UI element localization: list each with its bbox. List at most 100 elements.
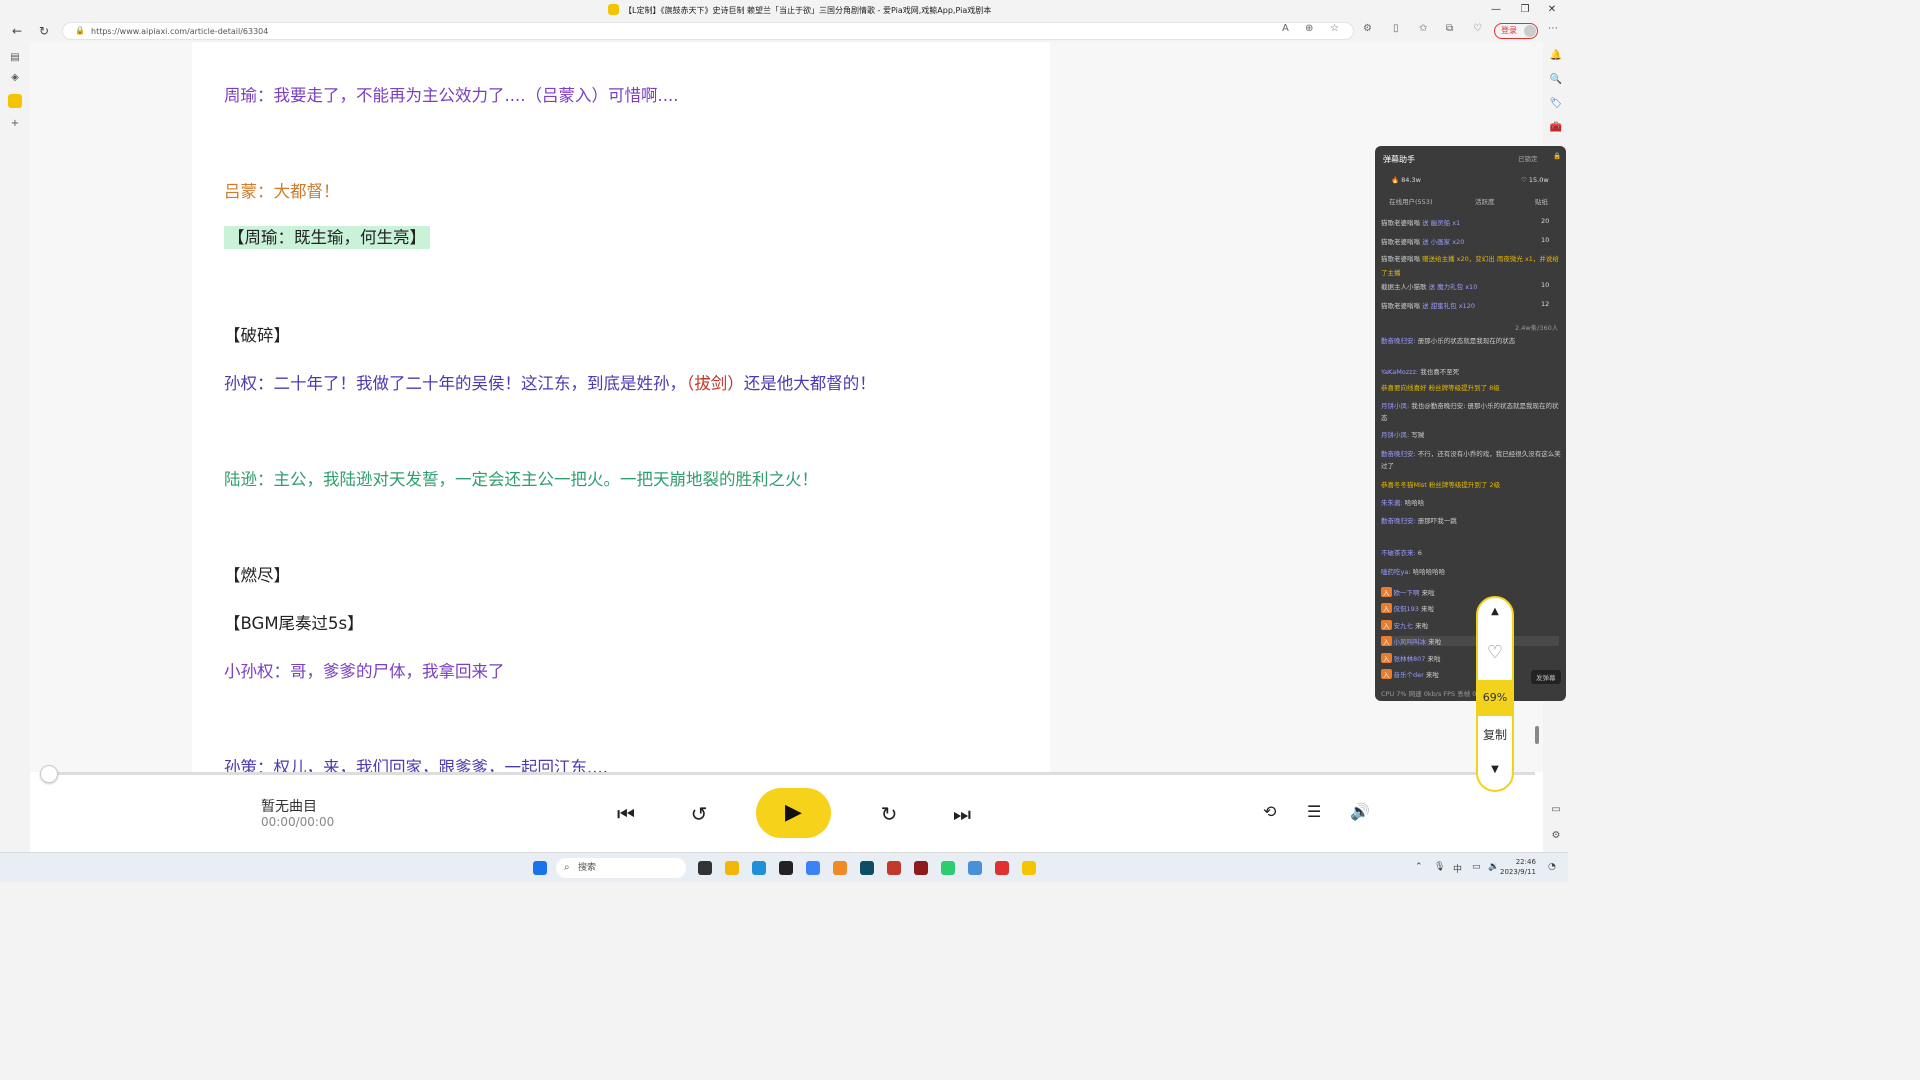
chat-message: 入侃侃193 来啦 bbox=[1381, 603, 1434, 613]
browser-essentials-icon[interactable]: ♡ bbox=[1473, 23, 1482, 34]
login-button[interactable]: 登录 bbox=[1494, 23, 1538, 39]
scroll-down-icon[interactable]: ▼ bbox=[1478, 764, 1512, 775]
favorite-icon[interactable]: ☆ bbox=[1330, 23, 1339, 34]
loop-icon[interactable]: ⟲ bbox=[1263, 802, 1276, 821]
chat-message: YaKaMozzz: 我也喜不至死 bbox=[1381, 368, 1460, 376]
shopping-icon[interactable]: 🏷 bbox=[1549, 98, 1563, 112]
viewer-stat: 2.4w条/360人 bbox=[1515, 324, 1559, 332]
chat-message: 不破茶衣来: 6 bbox=[1381, 549, 1422, 557]
scroll-up-icon[interactable]: ▲ bbox=[1478, 606, 1512, 617]
script-line: 陆逊：主公，我陆逊对天发誓，一定会还主公一把火。一把天崩地裂的胜利之火！ bbox=[224, 470, 818, 489]
gift-count: 10 bbox=[1541, 281, 1550, 289]
tab-online-users[interactable]: 在线用户(553) bbox=[1389, 196, 1432, 206]
scrollbar-thumb[interactable] bbox=[1535, 726, 1539, 744]
url-text[interactable]: https://www.aipiaxi.com/article-detail/6… bbox=[91, 27, 268, 36]
back-icon[interactable]: ← bbox=[8, 23, 26, 39]
lock-label[interactable]: 已锁定 bbox=[1518, 153, 1538, 163]
danmu-title: 弹幕助手 bbox=[1383, 155, 1415, 164]
chat-message: 入音乐个der 来啦 bbox=[1381, 669, 1439, 679]
restore-button[interactable]: ❐ bbox=[1511, 2, 1539, 18]
chat-message: 勤奋晚归安: 册那小乐的状态就是我现在的状态 bbox=[1381, 337, 1516, 345]
refresh-icon[interactable]: ↻ bbox=[35, 23, 53, 39]
progress-percent: 69% bbox=[1478, 680, 1512, 716]
tools-icon[interactable]: 🧰 bbox=[1549, 122, 1563, 136]
notifications-icon[interactable]: ◔ bbox=[1548, 862, 1556, 872]
app-icon[interactable] bbox=[914, 861, 928, 875]
active-tab-icon[interactable] bbox=[8, 94, 22, 108]
gift-count: 12 bbox=[1541, 300, 1550, 308]
script-line: 周瑜：我要走了，不能再为主公效力了....（吕蒙入）可惜啊.... bbox=[224, 86, 679, 105]
track-time: 00:00/00:00 bbox=[261, 815, 335, 829]
ime-indicator[interactable]: 中 bbox=[1453, 862, 1462, 875]
page-viewport: 周瑜：我要走了，不能再为主公效力了....（吕蒙入）可惜啊.... 吕蒙：大都督… bbox=[30, 42, 1543, 852]
search-app-icon[interactable] bbox=[968, 861, 982, 875]
tab-favicon-icon[interactable]: ◈ bbox=[8, 72, 22, 86]
mic-icon[interactable]: 🎙 bbox=[1434, 862, 1445, 872]
taskbar-search[interactable]: ⌕ 搜索 bbox=[556, 858, 686, 878]
forward-15-button[interactable]: ↻ bbox=[871, 796, 907, 832]
zoom-icon[interactable]: ⊕ bbox=[1305, 23, 1313, 34]
new-tab-icon[interactable]: + bbox=[8, 118, 22, 132]
close-window-button[interactable]: ✕ bbox=[1538, 2, 1566, 18]
app-icon[interactable] bbox=[698, 861, 712, 875]
address-bar: ← ↻ 🔒 https://www.aipiaxi.com/article-de… bbox=[0, 20, 1568, 42]
app-icon[interactable] bbox=[887, 861, 901, 875]
like-count: ♡ 15.0w bbox=[1521, 176, 1549, 184]
app-icon[interactable] bbox=[779, 861, 793, 875]
lock-icon[interactable]: 🔒 bbox=[1553, 152, 1561, 160]
volume-icon[interactable]: 🔊 bbox=[1350, 802, 1370, 821]
split-screen-icon[interactable]: ▯ bbox=[1393, 23, 1399, 34]
volume-tray-icon[interactable]: 🔉 bbox=[1488, 862, 1499, 872]
app-icon[interactable] bbox=[833, 861, 847, 875]
collections-icon[interactable]: ⧉ bbox=[1446, 23, 1453, 34]
app-icon[interactable] bbox=[860, 861, 874, 875]
gift-row: 猫歌老婆嗡嗡 送 幽灵船 x1 bbox=[1381, 219, 1461, 227]
search-icon[interactable]: 🔍 bbox=[1549, 74, 1563, 88]
sidebar-settings-icon[interactable]: ⚙ bbox=[1549, 830, 1563, 844]
script-line: 小孙权：哥，爹爹的尸体，我拿回来了 bbox=[224, 662, 505, 681]
extensions-icon[interactable]: ⚙ bbox=[1363, 23, 1372, 34]
progress-track[interactable] bbox=[40, 765, 1535, 783]
notification-icon[interactable]: 🔔 bbox=[1549, 50, 1563, 64]
title-bar: 【L定制】《旗鼓赤天下》史诗巨制 赖望兰「当止于欲」三国分角剧情歌 - 爱Pia… bbox=[0, 0, 1568, 20]
gift-count: 10 bbox=[1541, 236, 1550, 244]
tab-activity[interactable]: 活跃度 bbox=[1475, 196, 1495, 206]
netease-music-icon[interactable] bbox=[995, 861, 1009, 875]
tray-chevron-icon[interactable]: ⌃ bbox=[1415, 862, 1423, 872]
read-aloud-icon[interactable]: A bbox=[1282, 23, 1289, 34]
rewind-15-button[interactable]: ↺ bbox=[681, 796, 717, 832]
track-title: 暂无曲目 bbox=[261, 799, 317, 815]
clock[interactable]: 22:46 2023/9/11 bbox=[1500, 857, 1536, 877]
tab-stickers[interactable]: 贴纸 bbox=[1535, 196, 1548, 206]
heart-icon[interactable]: ♡ bbox=[1478, 642, 1512, 663]
wechat-icon[interactable] bbox=[941, 861, 955, 875]
next-track-button[interactable]: ⏭ bbox=[944, 796, 980, 832]
lock-icon: 🔒 bbox=[75, 26, 85, 35]
send-danmu-button[interactable]: 发弹幕 bbox=[1531, 670, 1561, 684]
login-label: 登录 bbox=[1501, 26, 1517, 35]
search-placeholder: 搜索 bbox=[578, 863, 597, 873]
edge-icon[interactable] bbox=[752, 861, 766, 875]
copy-button[interactable]: 复制 bbox=[1478, 726, 1512, 743]
clock-time: 22:46 bbox=[1515, 858, 1536, 866]
more-menu-icon[interactable]: ⋯ bbox=[1548, 23, 1558, 34]
sidebar-layout-icon[interactable]: ▭ bbox=[1549, 804, 1563, 818]
app-icon[interactable] bbox=[806, 861, 820, 875]
gift-row: 截据主人小猫歌 送 魔力礼包 x10 bbox=[1381, 283, 1478, 291]
script-line: 孙策：权儿，来，我们回家，跟爹爹，一起回江东.... bbox=[224, 758, 608, 772]
progress-knob[interactable] bbox=[40, 765, 58, 783]
highlighted-line: 【周瑜：既生瑜，何生亮】 bbox=[224, 226, 430, 249]
network-icon[interactable]: ▭ bbox=[1472, 862, 1481, 872]
playlist-icon[interactable]: ☰ bbox=[1307, 802, 1321, 821]
danmu-assistant-panel: 弹幕助手 已锁定 🔒 🔥 84.3w ♡ 15.0w 在线用户(553) 活跃度… bbox=[1375, 146, 1566, 701]
chat-message: 恭喜要向线喜好 粉丝牌等级提升到了 8级 bbox=[1381, 384, 1500, 392]
minimize-button[interactable]: — bbox=[1482, 2, 1510, 18]
tab-actions-icon[interactable]: ▤ bbox=[8, 52, 22, 66]
file-explorer-icon[interactable] bbox=[725, 861, 739, 875]
app-icon[interactable] bbox=[1022, 861, 1036, 875]
previous-track-button[interactable]: ⏮ bbox=[608, 796, 644, 832]
play-button[interactable]: ▶ bbox=[756, 788, 831, 838]
start-icon[interactable] bbox=[533, 861, 547, 875]
favorites-bar-icon[interactable]: ✩ bbox=[1419, 23, 1427, 34]
url-field[interactable]: 🔒 https://www.aipiaxi.com/article-detail… bbox=[62, 22, 1354, 40]
